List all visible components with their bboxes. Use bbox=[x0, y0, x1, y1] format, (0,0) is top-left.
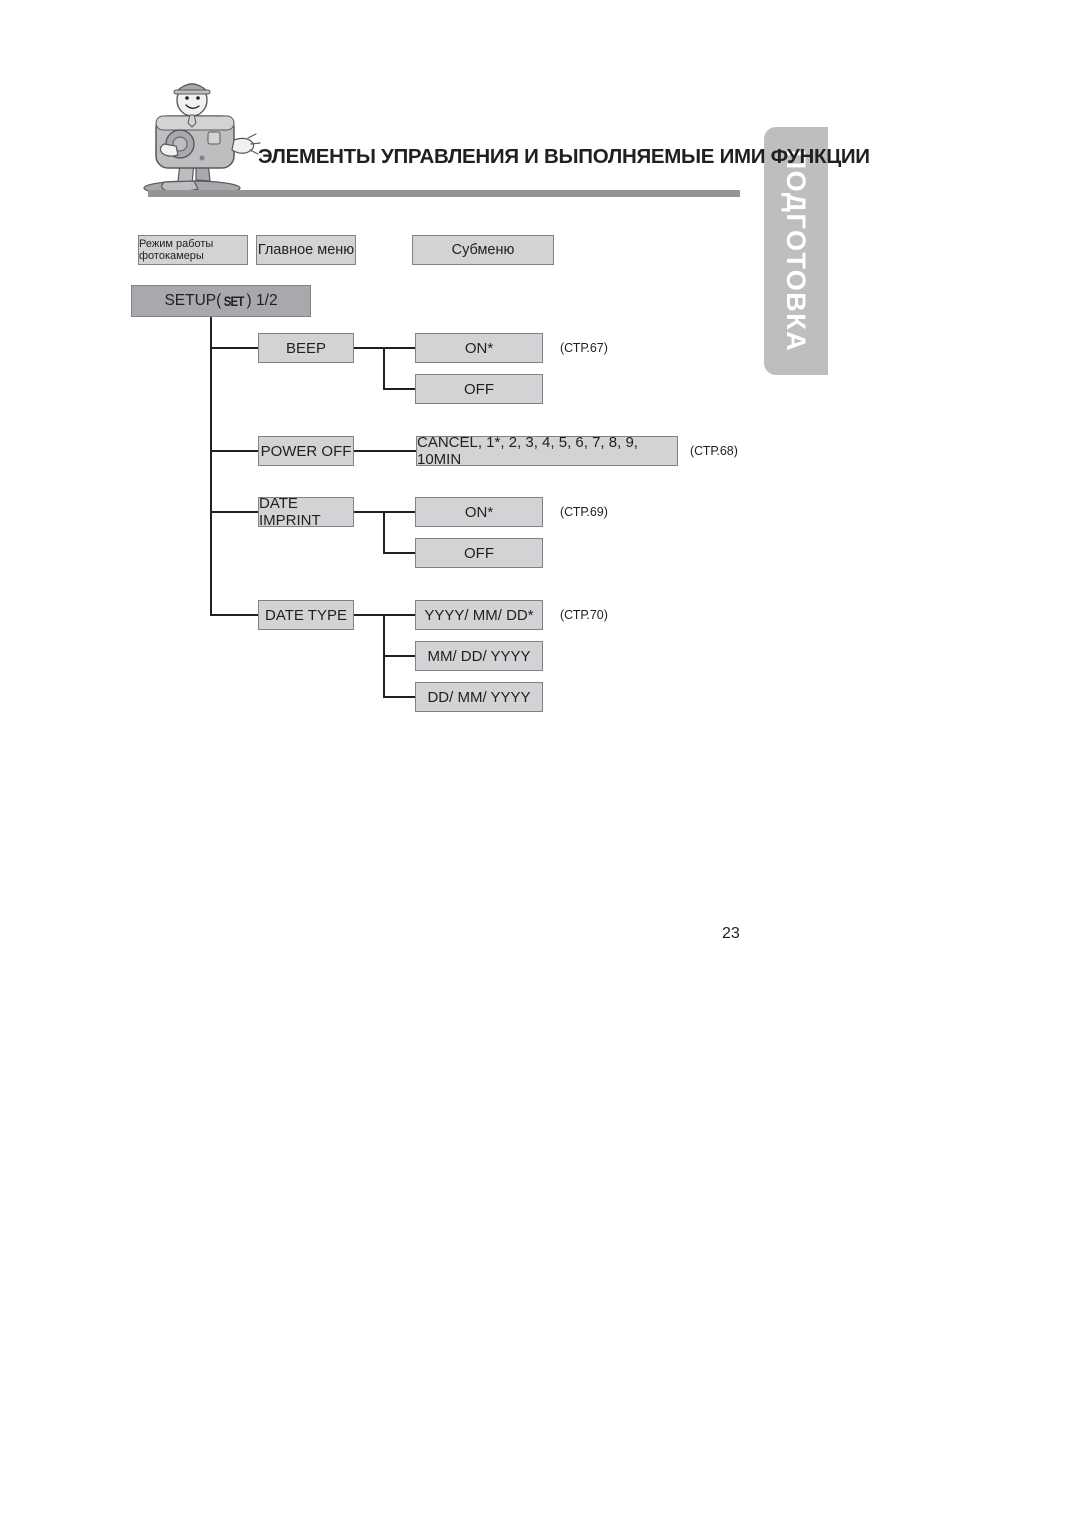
page-ref-date-type: (СТР.70) bbox=[560, 608, 608, 622]
tree-link-beep-off bbox=[383, 388, 416, 390]
tree-link-di-vert bbox=[383, 511, 385, 553]
page-ref-date-imprint: (СТР.69) bbox=[560, 505, 608, 519]
node-date-imprint-off[interactable]: OFF bbox=[415, 538, 543, 568]
node-power-off[interactable]: POWER OFF bbox=[258, 436, 354, 466]
page-ref-power-off: (СТР.68) bbox=[690, 444, 738, 458]
node-date-imprint[interactable]: DATE IMPRINT bbox=[258, 495, 354, 529]
node-beep-on[interactable]: ON* bbox=[415, 333, 543, 363]
node-beep[interactable]: BEEP bbox=[258, 333, 354, 363]
node-beep-off[interactable]: OFF bbox=[415, 374, 543, 404]
tree-link-beep-stem bbox=[354, 347, 416, 349]
node-setup[interactable]: SETUP( SET ) 1/2 bbox=[131, 285, 311, 317]
node-setup-prefix: SETUP( bbox=[164, 292, 222, 309]
tree-link-di-stem bbox=[354, 511, 416, 513]
tree-link-dt-2 bbox=[383, 655, 416, 657]
tree-trunk-line bbox=[210, 317, 212, 615]
tree-branch-poweroff bbox=[210, 450, 259, 452]
legend-main-menu: Главное меню bbox=[256, 235, 356, 265]
tree-branch-beep bbox=[210, 347, 259, 349]
node-power-off-values[interactable]: CANCEL, 1*, 2, 3, 4, 5, 6, 7, 8, 9, 10MI… bbox=[416, 434, 678, 468]
node-date-type-mmddyyyy[interactable]: MM/ DD/ YYYY bbox=[415, 641, 543, 671]
node-date-type-yyyymmdd[interactable]: YYYY/ MM/ DD* bbox=[415, 600, 543, 630]
camera-mascot-icon bbox=[134, 74, 264, 199]
page-ref-beep: (СТР.67) bbox=[560, 341, 608, 355]
tree-link-beep-vert bbox=[383, 347, 385, 389]
tree-branch-datetype bbox=[210, 614, 259, 616]
legend-camera-mode: Режим работы фотокамеры bbox=[138, 235, 248, 265]
page-title: ЭЛЕМЕНТЫ УПРАВЛЕНИЯ И ВЫПОЛНЯЕМЫЕ ИМИ ФУ… bbox=[258, 145, 870, 168]
tree-link-poweroff bbox=[354, 450, 417, 452]
set-button-icon: SET bbox=[224, 293, 245, 309]
node-date-imprint-on[interactable]: ON* bbox=[415, 497, 543, 527]
page-number: 23 bbox=[722, 925, 740, 942]
title-divider bbox=[148, 190, 740, 197]
tree-link-dt-3 bbox=[383, 696, 416, 698]
tree-branch-dateimprint bbox=[210, 511, 259, 513]
node-date-type-ddmmyyyy[interactable]: DD/ MM/ YYYY bbox=[415, 682, 543, 712]
tree-link-dt-stem bbox=[354, 614, 416, 616]
node-date-type[interactable]: DATE TYPE bbox=[258, 600, 354, 630]
legend-submenu: Субменю bbox=[412, 235, 554, 265]
node-setup-suffix: ) 1/2 bbox=[246, 292, 278, 309]
tree-link-di-off bbox=[383, 552, 416, 554]
